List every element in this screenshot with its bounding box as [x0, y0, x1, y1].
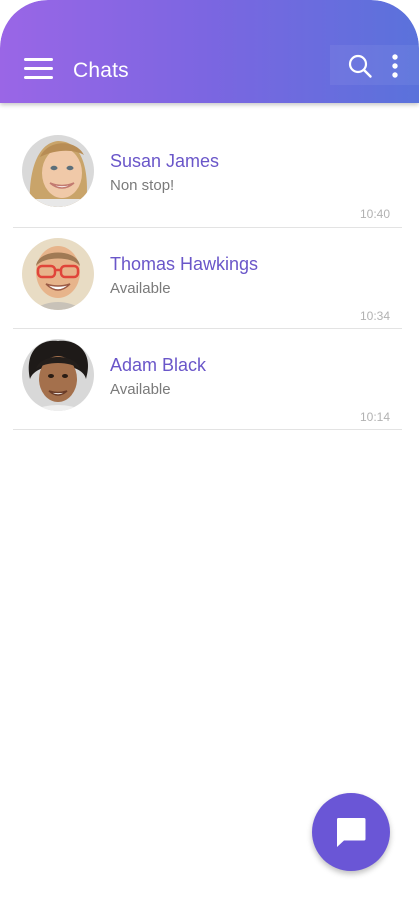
chat-list-item[interactable]: Adam Black Available 10:14 — [13, 329, 402, 430]
search-icon[interactable] — [347, 53, 373, 79]
action-buttons-area — [330, 45, 419, 85]
contact-status: Available — [110, 381, 171, 398]
contact-status: Non stop! — [110, 177, 175, 194]
app-bar: Chats — [0, 0, 419, 103]
contact-status: Available — [110, 280, 171, 297]
avatar — [22, 339, 94, 411]
chat-bubble-icon — [336, 818, 366, 847]
chat-list-item[interactable]: Thomas Hawkings Available 10:34 — [13, 228, 402, 329]
new-chat-button[interactable] — [312, 793, 390, 871]
contact-name: Adam Black — [110, 355, 207, 375]
avatar-woman-blonde-image — [22, 135, 94, 207]
message-time: 10:34 — [359, 309, 390, 323]
avatar — [22, 135, 94, 207]
message-time: 10:14 — [359, 410, 390, 424]
phone-screen: Chats Susan James Non stop! 10:40 Thomas… — [0, 0, 419, 910]
avatar — [22, 238, 94, 310]
message-time: 10:40 — [359, 207, 390, 221]
contact-name: Susan James — [110, 151, 220, 171]
avatar-man-glasses-image — [22, 238, 94, 310]
more-vertical-icon[interactable] — [386, 53, 404, 79]
avatar-man-curly-hair-image — [22, 339, 94, 411]
hamburger-menu-icon[interactable] — [24, 58, 54, 80]
page-title: Chats — [73, 59, 129, 82]
contact-name: Thomas Hawkings — [110, 254, 259, 274]
chat-list-item[interactable]: Susan James Non stop! 10:40 — [13, 127, 402, 228]
